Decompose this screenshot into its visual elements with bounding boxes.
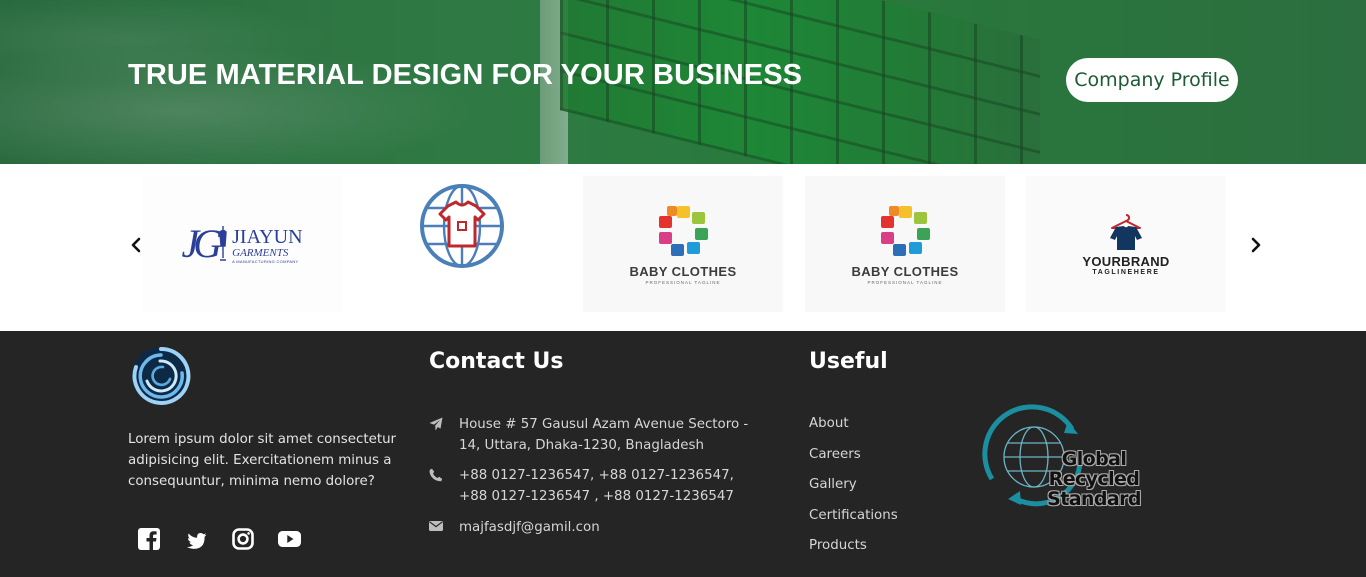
link-products[interactable]: Products — [809, 538, 867, 553]
facebook-link[interactable] — [137, 527, 160, 550]
link-certifications[interactable]: Certifications — [809, 508, 898, 523]
jiayun-text-group: JIAYUN GARMENTS A MANUFACTURING COMPANY — [232, 227, 302, 264]
jiayun-name: JIAYUN — [232, 225, 303, 248]
carousel-next-button[interactable] — [1246, 234, 1266, 256]
carousel-logo-globe[interactable] — [362, 176, 562, 312]
dress-form-icon — [219, 226, 227, 261]
contact-email: majfasdjf@gamil.con — [429, 517, 759, 538]
globe-tshirt-icon — [420, 184, 504, 268]
site-footer: Lorem ipsum dolor sit amet consectetur a… — [0, 331, 1366, 577]
twitter-link[interactable] — [184, 527, 207, 550]
jiayun-monogram: JG — [181, 221, 222, 266]
baby-clothes-flower-icon — [881, 205, 930, 256]
facebook-icon — [137, 527, 160, 550]
partner-logo-carousel: JG JIAYUN GARMENTS A MANUFACTURING COMPA… — [0, 164, 1366, 331]
link-careers[interactable]: Careers — [809, 447, 861, 462]
twitter-icon — [186, 532, 207, 549]
footer-about-text: Lorem ipsum dolor sit amet consectetur a… — [128, 432, 397, 489]
company-swirl-logo[interactable] — [130, 345, 192, 407]
contact-email-text[interactable]: majfasdjf@gamil.con — [459, 517, 759, 538]
grs-line-1: Global Recycled — [1048, 448, 1140, 490]
yourbrand-tagline: TAGLINEHERE — [1092, 269, 1160, 276]
list-item: Products — [809, 536, 898, 567]
carousel-logo-baby-clothes-2[interactable]: BABY CLOTHES PROFESSIONAL TAGLINE — [805, 176, 1005, 312]
social-links — [137, 527, 301, 550]
link-gallery[interactable]: Gallery — [809, 477, 857, 492]
list-item: Gallery — [809, 475, 898, 506]
carousel-logo-jiayun[interactable]: JG JIAYUN GARMENTS A MANUFACTURING COMPA… — [142, 176, 342, 312]
useful-heading: Useful — [809, 349, 888, 374]
instagram-link[interactable] — [231, 527, 254, 550]
company-profile-button[interactable]: Company Profile — [1066, 58, 1238, 102]
chevron-left-icon — [131, 237, 141, 253]
baby-clothes-flower-icon — [659, 205, 708, 256]
baby-clothes-name: BABY CLOTHES — [851, 263, 959, 279]
phone-icon — [429, 468, 443, 482]
useful-links-list: About Careers Gallery Certifications Pro… — [809, 414, 898, 567]
youtube-icon — [278, 530, 301, 547]
baby-clothes-tagline: PROFESSIONAL TAGLINE — [645, 279, 721, 285]
jiayun-subtitle: GARMENTS — [232, 246, 289, 259]
list-item: About — [809, 414, 898, 445]
jiayun-logo: JG JIAYUN GARMENTS A MANUFACTURING COMPA… — [181, 221, 302, 266]
baby-clothes-tagline: PROFESSIONAL TAGLINE — [867, 279, 943, 285]
instagram-icon — [231, 527, 254, 550]
contact-phone: +88 0127-1236547, +88 0127-1236547, +88 … — [429, 465, 759, 507]
hero-banner: TRUE MATERIAL DESIGN FOR YOUR BUSINESS C… — [0, 0, 1366, 164]
youtube-link[interactable] — [278, 527, 301, 550]
contact-address: House # 57 Gausul Azam Avenue Sectoro - … — [429, 414, 759, 456]
hero-title: TRUE MATERIAL DESIGN FOR YOUR BUSINESS — [128, 59, 803, 91]
paper-plane-icon — [429, 417, 443, 431]
contact-address-text: House # 57 Gausul Azam Avenue Sectoro - … — [459, 417, 749, 453]
baby-clothes-name: BABY CLOTHES — [629, 263, 737, 279]
jiayun-tagline: A MANUFACTURING COMPANY — [232, 259, 299, 264]
envelope-icon — [429, 521, 443, 531]
grs-wordmark: Global Recycled Standard — [1014, 449, 1174, 509]
list-item: Certifications — [809, 506, 898, 537]
list-item: Careers — [809, 445, 898, 476]
carousel-logo-yourbrand[interactable]: YOURBRAND TAGLINEHERE — [1026, 176, 1226, 312]
hanger-shirt-icon — [1110, 214, 1142, 250]
yourbrand-name: YOURBRAND — [1082, 254, 1170, 269]
contact-phone-text[interactable]: +88 0127-1236547, +88 0127-1236547, +88 … — [459, 465, 759, 507]
chevron-right-icon — [1251, 237, 1261, 253]
global-recycled-standard-logo: Global Recycled Standard — [980, 401, 1170, 511]
grs-line-2: Standard — [1047, 488, 1141, 510]
carousel-logo-baby-clothes-1[interactable]: BABY CLOTHES PROFESSIONAL TAGLINE — [583, 176, 783, 312]
link-about[interactable]: About — [809, 416, 849, 431]
contact-heading: Contact Us — [429, 349, 564, 374]
